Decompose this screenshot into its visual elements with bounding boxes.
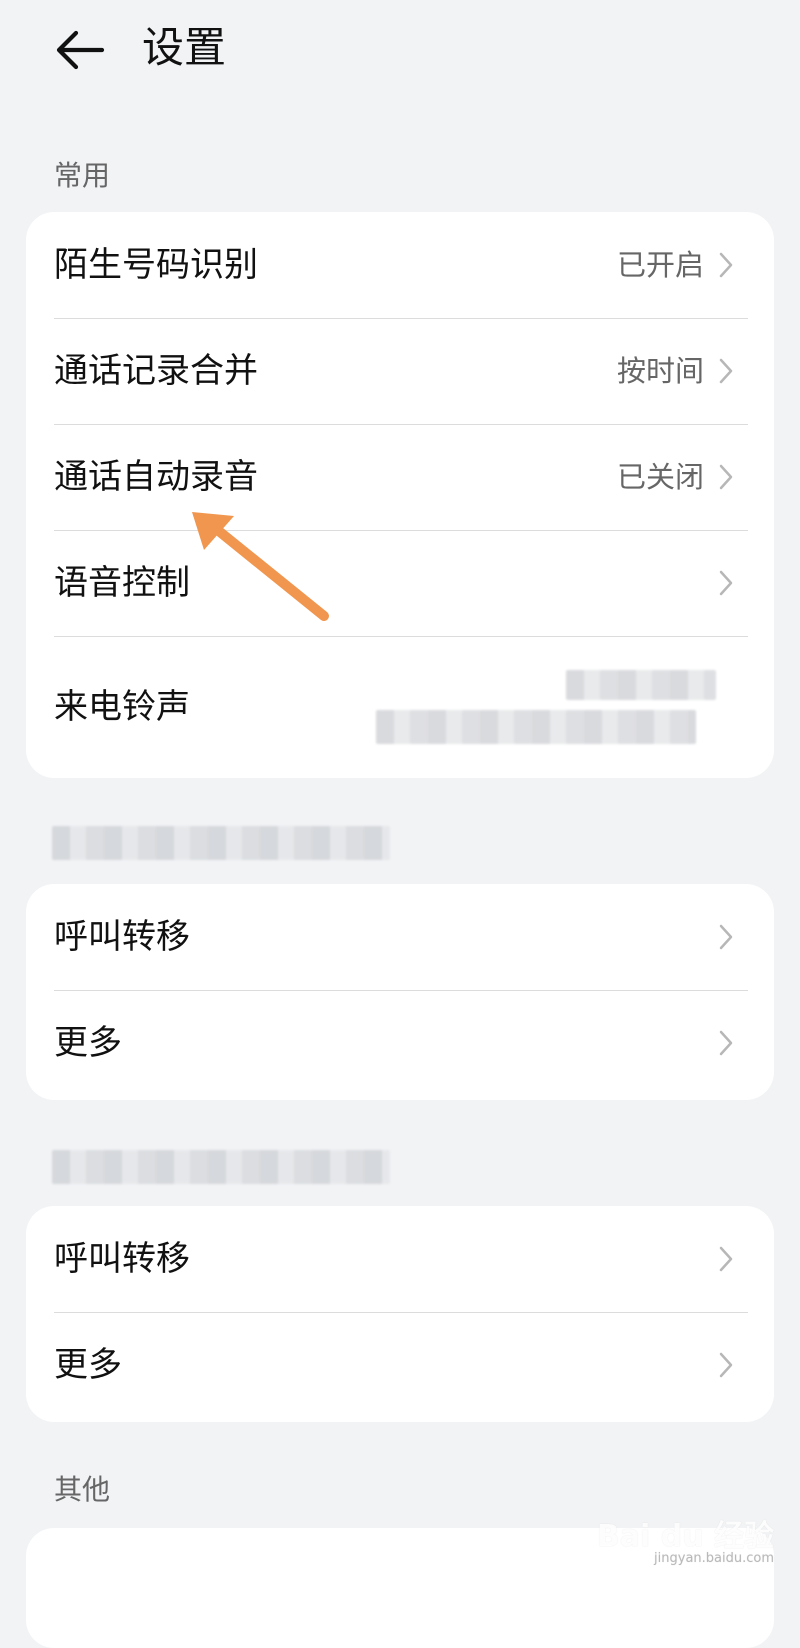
- chevron-right-icon: [718, 251, 734, 279]
- baidu-jingyan-watermark: Bai du 经验 jingyan.baidu.com: [597, 1522, 774, 1566]
- annotation-arrow-icon: [192, 512, 329, 621]
- chevron-right-icon: [718, 923, 734, 951]
- arrow-left-icon: [56, 30, 105, 70]
- row-unknown-number-recognition[interactable]: 陌生号码识别 已开启: [26, 212, 774, 318]
- row-label: 语音控制: [54, 563, 190, 603]
- top-bar: 设置: [0, 0, 800, 100]
- chevron-right-icon: [718, 463, 734, 491]
- blurred-ringtone-detail: [376, 710, 696, 744]
- page-title: 设置: [142, 23, 227, 72]
- row-label: 呼叫转移: [54, 917, 190, 957]
- row-label: 通话自动录音: [54, 457, 258, 497]
- row-call-log-merge[interactable]: 通话记录合并 按时间: [26, 318, 774, 424]
- section-label-other: 其他: [54, 1473, 111, 1506]
- watermark-sub: jingyan.baidu.com: [654, 1551, 774, 1566]
- row-label: 更多: [54, 1345, 122, 1385]
- row-label: 陌生号码识别: [54, 245, 258, 285]
- chevron-right-icon: [718, 569, 734, 597]
- row-label: 更多: [54, 1023, 122, 1063]
- row-label: 通话记录合并: [54, 351, 258, 391]
- row-value: 已关闭: [616, 460, 704, 494]
- row-value: 按时间: [616, 354, 704, 388]
- row-value: 已开启: [616, 248, 704, 282]
- blurred-section-label-sim2: [52, 1150, 390, 1184]
- row-auto-call-recording[interactable]: 通话自动录音 已关闭: [26, 424, 774, 530]
- settings-card-sim2: 呼叫转移 更多: [26, 1206, 774, 1422]
- chevron-right-icon: [718, 1245, 734, 1273]
- row-more-sim1[interactable]: 更多: [26, 990, 774, 1096]
- row-ringtone[interactable]: 来电铃声: [26, 636, 774, 778]
- chevron-right-icon: [718, 357, 734, 385]
- section-label-common: 常用: [54, 159, 111, 192]
- settings-card-sim1: 呼叫转移 更多: [26, 884, 774, 1100]
- blurred-ringtone-name: [566, 670, 716, 700]
- watermark-main: Bai du 经验: [596, 1519, 774, 1554]
- back-button[interactable]: [52, 22, 108, 78]
- settings-card-common: 陌生号码识别 已开启 通话记录合并 按时间 通话自动录音 已关闭 语音控制 来电…: [26, 212, 774, 778]
- row-label: 呼叫转移: [54, 1239, 190, 1279]
- row-voice-control[interactable]: 语音控制: [26, 530, 774, 636]
- chevron-right-icon: [718, 1029, 734, 1057]
- chevron-right-icon: [718, 1351, 734, 1379]
- blurred-section-label-sim1: [52, 826, 390, 860]
- row-call-forwarding-sim2[interactable]: 呼叫转移: [26, 1206, 774, 1312]
- row-call-forwarding-sim1[interactable]: 呼叫转移: [26, 884, 774, 990]
- row-more-sim2[interactable]: 更多: [26, 1312, 774, 1418]
